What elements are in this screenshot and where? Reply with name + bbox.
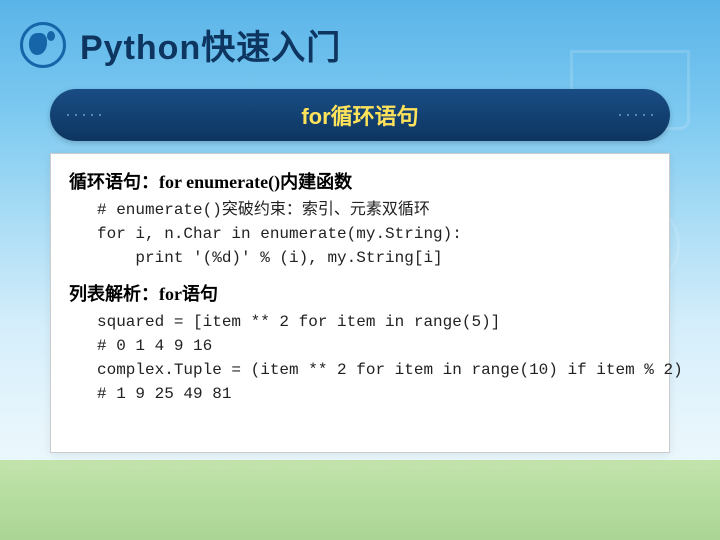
banner: for循环语句	[50, 89, 670, 141]
code-block-1: squared = [item ** 2 for item in range(5…	[97, 310, 651, 406]
header: Python快速入门	[0, 0, 720, 79]
globe-icon	[20, 22, 66, 68]
section-heading-0: 循环语句：for enumerate()内建函数	[69, 168, 651, 194]
page-title: Python快速入门	[80, 20, 341, 69]
code-block-0: # enumerate()突破约束：索引、元素双循环 for i, n.Char…	[97, 198, 651, 270]
content-card: 循环语句：for enumerate()内建函数 # enumerate()突破…	[50, 153, 670, 453]
banner-title: for循环语句	[70, 99, 650, 131]
section-heading-1: 列表解析：for语句	[69, 280, 651, 306]
bg-grass-deco	[0, 460, 720, 540]
